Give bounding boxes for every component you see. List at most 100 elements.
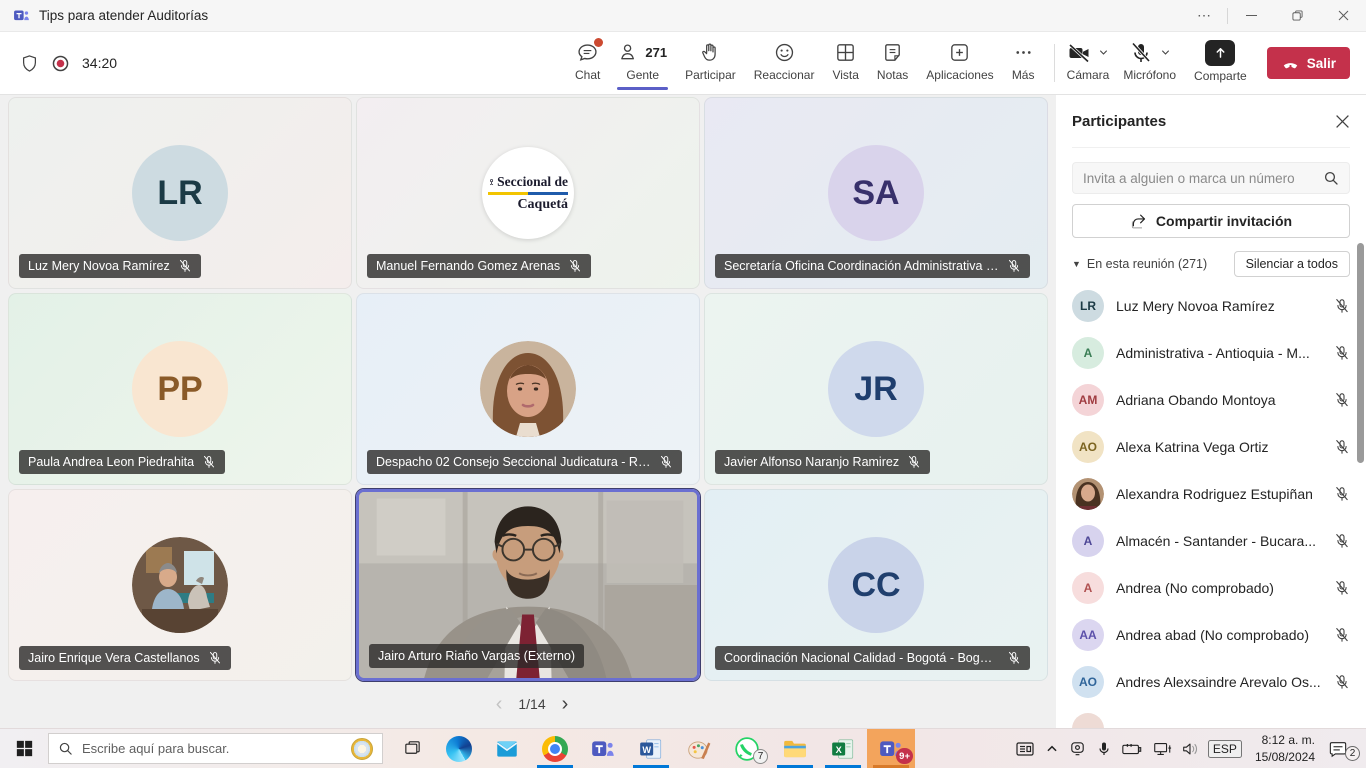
view-button[interactable]: Vista <box>823 37 867 90</box>
taskbar-mail-icon[interactable] <box>483 729 531 768</box>
notification-center-button[interactable]: 2 <box>1328 740 1358 758</box>
view-grid-icon <box>834 41 857 64</box>
taskbar-chrome-icon[interactable] <box>531 729 579 768</box>
window-more-button[interactable]: ⋯ <box>1181 0 1227 31</box>
network-tray-icon[interactable] <box>1152 740 1172 758</box>
webcam-tray-icon[interactable] <box>1068 739 1087 758</box>
participant-name-label: Paula Andrea Leon Piedrahita <box>28 455 194 469</box>
participant-row[interactable]: A Andrea (No comprobado) <box>1072 564 1350 611</box>
microphone-button[interactable]: Micrófono <box>1121 37 1178 90</box>
battery-tray-icon[interactable] <box>1121 741 1143 757</box>
in-meeting-section-toggle[interactable]: ▼ En esta reunión (271) <box>1072 257 1207 271</box>
camera-button[interactable]: Cámara <box>1065 37 1112 90</box>
apps-plus-icon <box>948 41 971 64</box>
participant-mic-muted-icon[interactable] <box>1334 392 1350 408</box>
news-widget-icon[interactable] <box>1014 738 1036 760</box>
participant-tile[interactable]: CC Coordinación Nacional Calidad - Bogot… <box>704 489 1048 681</box>
clock[interactable]: 8:12 a. m. 15/08/2024 <box>1251 732 1319 764</box>
apps-button[interactable]: Aplicaciones <box>917 37 1002 90</box>
share-screen-button[interactable]: Comparte <box>1192 36 1249 91</box>
chrome-icon <box>542 736 568 762</box>
participant-avatar: AM <box>1072 384 1104 416</box>
participant-tile[interactable]: PP Paula Andrea Leon Piedrahita <box>8 293 352 485</box>
taskbar-whatsapp-icon[interactable]: 7 <box>723 729 771 768</box>
participant-row[interactable]: Alexandra Rodriguez Estupiñan <box>1072 470 1350 517</box>
more-button[interactable]: Más <box>1003 37 1044 90</box>
taskbar-word-icon[interactable]: W <box>627 729 675 768</box>
mic-muted-icon <box>1007 259 1021 273</box>
minimize-button[interactable] <box>1228 0 1274 31</box>
participant-row[interactable]: LR Luz Mery Novoa Ramírez <box>1072 282 1350 329</box>
raise-hand-button[interactable]: Participar <box>676 37 745 90</box>
participant-tile[interactable]: Jairo Enrique Vera Castellanos <box>8 489 352 681</box>
tray-time: 8:12 a. m. <box>1255 732 1315 748</box>
participant-mic-muted-icon[interactable] <box>1334 533 1350 549</box>
participant-mic-muted-icon[interactable] <box>1334 439 1350 455</box>
show-hidden-icons-chevron[interactable] <box>1045 742 1059 756</box>
participant-mic-muted-icon[interactable] <box>1334 580 1350 596</box>
chat-button[interactable]: Chat <box>566 37 609 90</box>
participant-row[interactable]: A Administrativa - Antioquia - M... <box>1072 329 1350 376</box>
participant-row[interactable]: AO Alexa Katrina Vega Ortiz <box>1072 423 1350 470</box>
participant-tile[interactable]: Jairo Arturo Riaño Vargas (Externo) <box>356 489 700 681</box>
tile-name-pill: Secretaría Oficina Coordinación Administ… <box>715 254 1030 278</box>
language-indicator[interactable]: ESP <box>1208 740 1242 758</box>
participant-list: LR Luz Mery Novoa Ramírez A Administrati… <box>1072 282 1350 728</box>
task-view-icon <box>403 739 422 758</box>
participant-row[interactable] <box>1072 705 1350 728</box>
close-panel-button[interactable] <box>1335 114 1350 129</box>
whatsapp-badge: 7 <box>753 749 768 764</box>
taskbar-search-box[interactable]: Escribe aquí para buscar. <box>48 733 383 764</box>
participant-row[interactable]: AM Adriana Obando Montoya <box>1072 376 1350 423</box>
scrollbar-thumb[interactable] <box>1357 243 1364 463</box>
chevron-down-icon <box>1160 47 1171 58</box>
mic-muted-icon <box>178 259 192 273</box>
word-icon: W <box>638 736 664 762</box>
participant-row[interactable]: AA Andrea abad (No comprobado) <box>1072 611 1350 658</box>
participant-row[interactable]: A Almacén - Santander - Bucara... <box>1072 517 1350 564</box>
previous-page-chevron[interactable]: ‹ <box>496 694 503 714</box>
start-button[interactable] <box>0 729 48 768</box>
taskbar-teams-icon[interactable] <box>579 729 627 768</box>
leave-button[interactable]: Salir <box>1267 47 1350 79</box>
share-invitation-button[interactable]: Compartir invitación <box>1072 204 1350 238</box>
next-page-chevron[interactable]: › <box>562 694 569 714</box>
notes-button[interactable]: Notas <box>868 37 917 90</box>
participant-mic-muted-icon[interactable] <box>1334 674 1350 690</box>
invite-search-input[interactable] <box>1083 171 1315 186</box>
chevron-expand-icon: ▼ <box>1072 259 1081 269</box>
task-view-button[interactable] <box>389 729 435 768</box>
participant-tile[interactable]: LR Luz Mery Novoa Ramírez <box>8 97 352 289</box>
volume-tray-icon[interactable] <box>1181 741 1199 757</box>
taskbar-paint-icon[interactable] <box>675 729 723 768</box>
tile-name-pill: Javier Alfonso Naranjo Ramirez <box>715 450 930 474</box>
close-window-button[interactable] <box>1320 0 1366 31</box>
taskbar-teams-meeting-icon[interactable]: 9+ <box>867 729 915 768</box>
microphone-tray-icon[interactable] <box>1096 741 1112 757</box>
taskbar-edge-icon[interactable] <box>435 729 483 768</box>
participant-mic-muted-icon[interactable] <box>1334 486 1350 502</box>
meeting-toolbar: 34:20 Chat 271 Gente Participar Reaccion… <box>0 32 1366 95</box>
tile-name-pill: Jairo Arturo Riaño Vargas (Externo) <box>369 644 584 668</box>
participant-tile[interactable]: JR Javier Alfonso Naranjo Ramirez <box>704 293 1048 485</box>
gallery-pagination: ‹ 1/14 › <box>8 694 1056 714</box>
maximize-restore-button[interactable] <box>1274 0 1320 31</box>
participant-tile[interactable]: SA Secretaría Oficina Coordinación Admin… <box>704 97 1048 289</box>
participant-tile[interactable]: Seccional de Caquetá Manuel Fernando Gom… <box>356 97 700 289</box>
participant-mic-muted-icon[interactable] <box>1334 627 1350 643</box>
people-button[interactable]: 271 Gente <box>609 37 676 90</box>
react-button[interactable]: Reaccionar <box>745 37 824 90</box>
raised-hand-icon <box>699 41 722 64</box>
participant-name: Andrea (No comprobado) <box>1116 580 1322 596</box>
participant-row[interactable]: AO Andres Alexsaindre Arevalo Os... <box>1072 658 1350 705</box>
share-up-arrow-icon <box>1205 40 1235 66</box>
mute-all-button[interactable]: Silenciar a todos <box>1234 251 1350 277</box>
taskbar-explorer-icon[interactable] <box>771 729 819 768</box>
participant-mic-muted-icon[interactable] <box>1334 345 1350 361</box>
participant-mic-muted-icon[interactable] <box>1334 298 1350 314</box>
participant-avatar: AO <box>1072 431 1104 463</box>
taskbar-excel-icon[interactable]: X <box>819 729 867 768</box>
participant-tile[interactable]: Despacho 02 Consejo Seccional Judicatura… <box>356 293 700 485</box>
notes-icon <box>881 41 904 64</box>
participant-name-label: Jairo Enrique Vera Castellanos <box>28 651 200 665</box>
